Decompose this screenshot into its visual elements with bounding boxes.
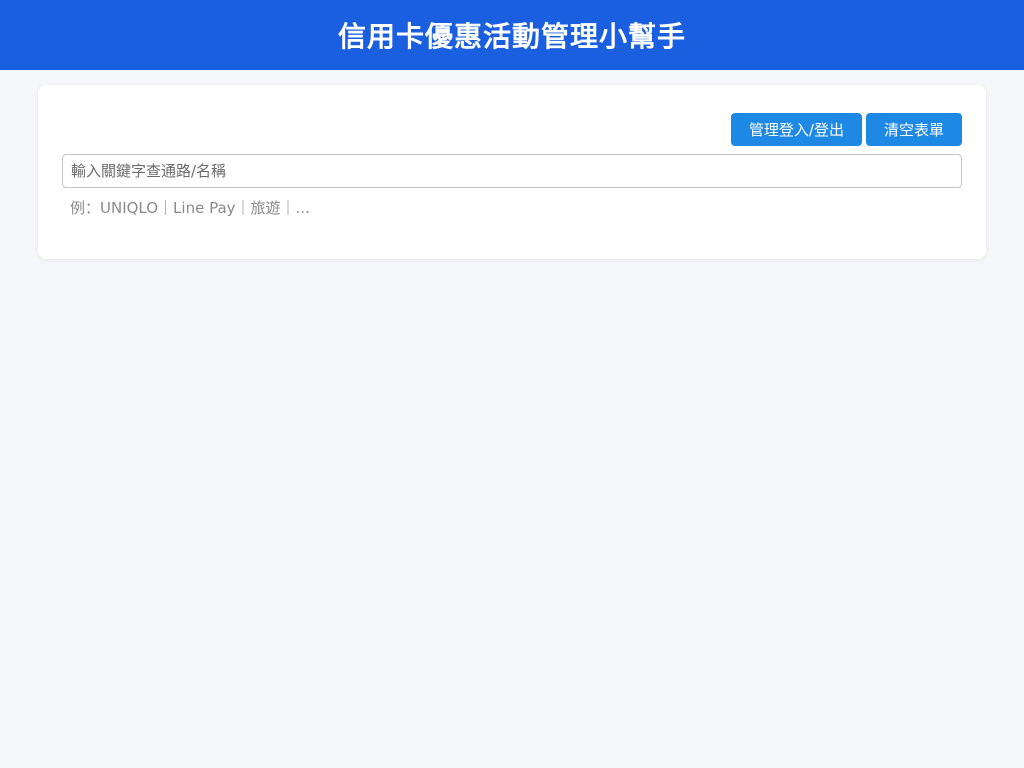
search-input[interactable] [62, 154, 962, 188]
clear-form-button[interactable]: 清空表單 [865, 113, 962, 146]
admin-login-logout-button[interactable]: 管理登入/登出 [730, 113, 862, 146]
search-card: 管理登入/登出 清空表單 例：UNIQLO｜Line Pay｜旅遊｜... [38, 85, 986, 259]
app-header: 信用卡優惠活動管理小幫手 [0, 0, 1024, 70]
page-title: 信用卡優惠活動管理小幫手 [337, 20, 686, 53]
toolbar: 管理登入/登出 清空表單 [730, 113, 962, 146]
search-hint: 例：UNIQLO｜Line Pay｜旅遊｜... [70, 199, 310, 217]
